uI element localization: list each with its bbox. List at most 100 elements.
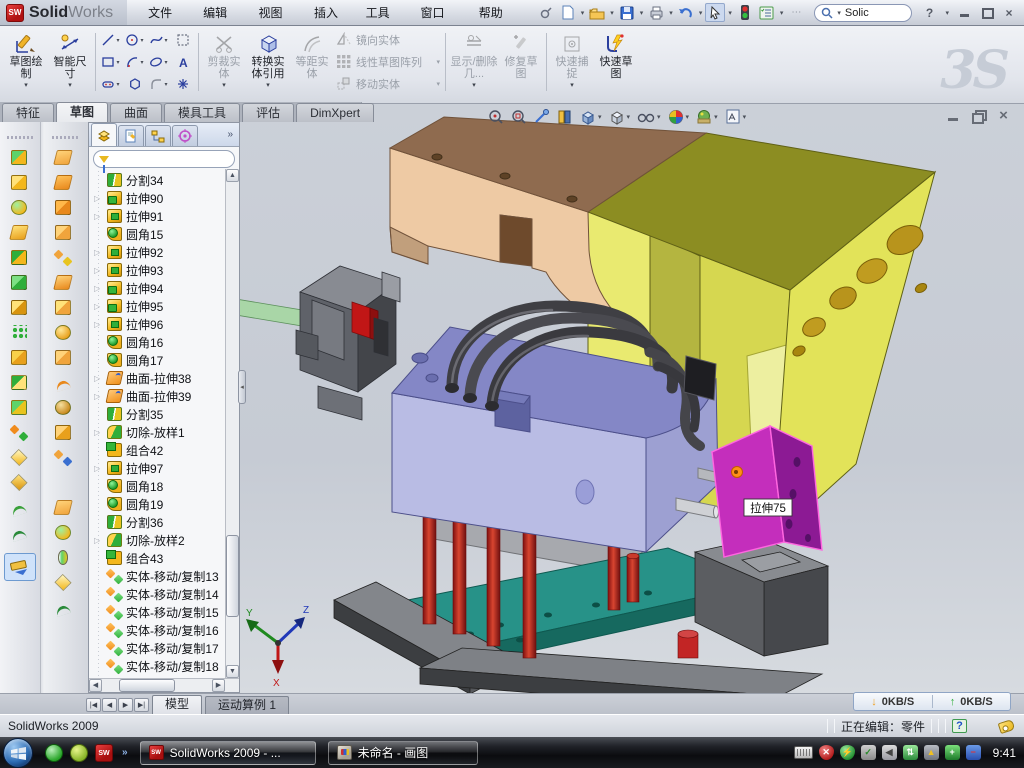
taskbar-button-solidworks[interactable]: SW SolidWorks 2009 - ... <box>140 741 316 765</box>
toolbar-button[interactable] <box>41 520 88 545</box>
menu-item[interactable]: 窗口(W) <box>409 3 467 23</box>
doc-close-button[interactable]: × <box>997 110 1010 122</box>
feature-tree-item[interactable]: ▷ 实体-移动/复制15 <box>92 603 239 621</box>
annotation-icon[interactable]: ▾ <box>723 107 749 127</box>
toolbar-button[interactable] <box>41 345 88 370</box>
doc-minimize-button[interactable] <box>947 110 960 122</box>
restore-button[interactable] <box>980 6 994 19</box>
feature-tree-item[interactable]: ▷ 分割36 <box>92 513 239 531</box>
scroll-down-arrow[interactable]: ▼ <box>226 665 239 678</box>
expand-arrow-icon[interactable]: ▷ <box>94 536 103 545</box>
expand-arrow-icon[interactable]: ▷ <box>94 248 103 257</box>
keyboard-layout-icon[interactable] <box>794 746 813 759</box>
options-caret-icon[interactable]: ▾ <box>780 9 784 17</box>
tree-filter-input[interactable] <box>93 150 235 168</box>
save-icon[interactable] <box>617 3 637 22</box>
toolbar-button[interactable] <box>41 595 88 620</box>
toolbar-button[interactable] <box>0 245 40 270</box>
feature-tree-item[interactable]: ▷ 曲面-拉伸38 <box>92 369 239 387</box>
polygon-icon[interactable] <box>123 73 147 95</box>
menu-item[interactable]: 工具(T) <box>355 3 410 23</box>
toolbar-button[interactable] <box>0 195 40 220</box>
toolbar-button[interactable] <box>41 395 88 420</box>
search-box[interactable]: ▾ Solic <box>814 4 912 22</box>
taskbar-button-paint[interactable]: 未命名 - 画图 <box>328 741 478 765</box>
toolbar-button[interactable] <box>0 370 40 395</box>
toolbar-button[interactable] <box>41 470 88 495</box>
slot-icon[interactable]: ▾ <box>99 73 123 95</box>
arc-icon[interactable]: ▾ <box>123 51 147 73</box>
toolbar-button[interactable] <box>41 295 88 320</box>
feature-tree-item[interactable]: ▷ 拉伸91 <box>92 207 239 225</box>
new-caret-icon[interactable]: ▾ <box>581 9 585 17</box>
toolbar-button[interactable] <box>41 495 88 520</box>
feature-tree-item[interactable]: ▷ 拉伸92 <box>92 243 239 261</box>
prev-tab-button[interactable]: ◀ <box>102 698 117 712</box>
smart-dimension-caret-icon[interactable]: ▾ <box>68 81 72 89</box>
red-cylinder-part[interactable] <box>678 630 698 658</box>
toolbar-button[interactable] <box>41 145 88 170</box>
network-speed-widget[interactable]: ↓0KB/S ↑0KB/S <box>853 692 1011 711</box>
commandmanager-tab[interactable]: DimXpert <box>296 103 374 122</box>
circle-icon[interactable]: ▾ <box>123 29 147 51</box>
toolbar-button[interactable] <box>41 170 88 195</box>
expand-arrow-icon[interactable]: ▷ <box>94 194 103 203</box>
dimxpertmanager-tab-icon[interactable] <box>172 125 198 146</box>
splitter-grip[interactable]: ◂ <box>238 370 246 404</box>
feature-tree-item[interactable]: ▷ 组合43 <box>92 549 239 567</box>
traffic-light-icon[interactable] <box>735 3 755 22</box>
search-input[interactable]: Solic <box>845 7 869 19</box>
quick-launch-chevron[interactable]: » <box>122 747 128 758</box>
options-list-icon[interactable] <box>757 3 777 22</box>
sketch-fillet-icon[interactable]: ▾ <box>147 73 171 95</box>
toolbar-button[interactable] <box>0 145 40 170</box>
undo-icon[interactable] <box>676 3 696 22</box>
convert-caret-icon[interactable]: ▾ <box>266 81 270 89</box>
quick-snaps-button[interactable]: 快速捕捉 ▾ <box>550 29 594 95</box>
save-caret-icon[interactable]: ▾ <box>640 9 644 17</box>
model-tab[interactable]: 模型 <box>152 695 202 714</box>
selected-extrude75-part[interactable] <box>712 426 822 557</box>
update-check-icon[interactable]: ✓ <box>861 745 876 760</box>
toolbar-button[interactable] <box>0 270 40 295</box>
expand-arrow-icon[interactable]: ▷ <box>94 302 103 311</box>
feature-tree-item[interactable]: ▷ 实体-移动/复制18 <box>92 657 239 675</box>
print-caret-icon[interactable]: ▾ <box>669 9 673 17</box>
messenger-icon[interactable] <box>45 744 63 762</box>
quick-snaps-caret-icon[interactable]: ▾ <box>570 81 574 89</box>
feature-tree-item[interactable]: ▷ 拉伸96 <box>92 315 239 333</box>
feature-tree-item[interactable]: ▷ 分割35 <box>92 405 239 423</box>
hscroll-thumb[interactable] <box>119 679 175 692</box>
expand-arrow-icon[interactable]: ▷ <box>94 266 103 275</box>
feature-tree-item[interactable]: ▷ 圆角15 <box>92 225 239 243</box>
feature-tree-item[interactable]: ▷ 拉伸95 <box>92 297 239 315</box>
feature-tree-item[interactable]: ▷ 拉伸90 <box>92 189 239 207</box>
zoom-area-icon[interactable] <box>509 107 529 127</box>
toolbar-button[interactable] <box>0 495 40 520</box>
rectangle-icon[interactable]: ▾ <box>99 51 123 73</box>
box-select-icon[interactable] <box>171 29 195 51</box>
move-entities-caret-icon[interactable]: ▾ <box>436 80 440 88</box>
start-button[interactable] <box>3 738 33 768</box>
expand-arrow-icon[interactable]: ▷ <box>94 284 103 293</box>
feature-tree-item[interactable]: ▷ 曲面-拉伸39 <box>92 387 239 405</box>
tag-icon[interactable] <box>998 718 1016 733</box>
feature-tree-item[interactable]: ▷ 实体-移动/复制17 <box>92 639 239 657</box>
scroll-left-arrow[interactable]: ◀ <box>89 679 102 692</box>
display-style-icon[interactable]: ▾ <box>607 107 633 127</box>
menu-item[interactable]: 帮助(H) <box>468 3 524 23</box>
rapid-sketch-button[interactable]: 快速草图 <box>594 29 638 95</box>
tree-horizontal-scrollbar[interactable]: ◀ ▶ <box>89 678 239 692</box>
toolbar-button[interactable] <box>0 220 40 245</box>
tree-vertical-scrollbar[interactable]: ▲ ▼ <box>225 169 239 678</box>
toolbar-button[interactable] <box>0 395 40 420</box>
linear-pattern-caret-icon[interactable]: ▾ <box>436 58 440 66</box>
help-caret-icon[interactable]: ▾ <box>945 9 949 17</box>
feature-tree-item[interactable]: ▷ 圆角18 <box>92 477 239 495</box>
solidworks-launcher-icon[interactable]: SW <box>95 744 113 762</box>
commandmanager-tab[interactable]: 草图 <box>56 102 108 122</box>
expand-arrow-icon[interactable]: ▷ <box>94 374 103 383</box>
display-relations-caret-icon[interactable]: ▾ <box>472 81 476 89</box>
toolbar-button[interactable] <box>0 295 40 320</box>
toolbar-button[interactable] <box>41 370 88 395</box>
